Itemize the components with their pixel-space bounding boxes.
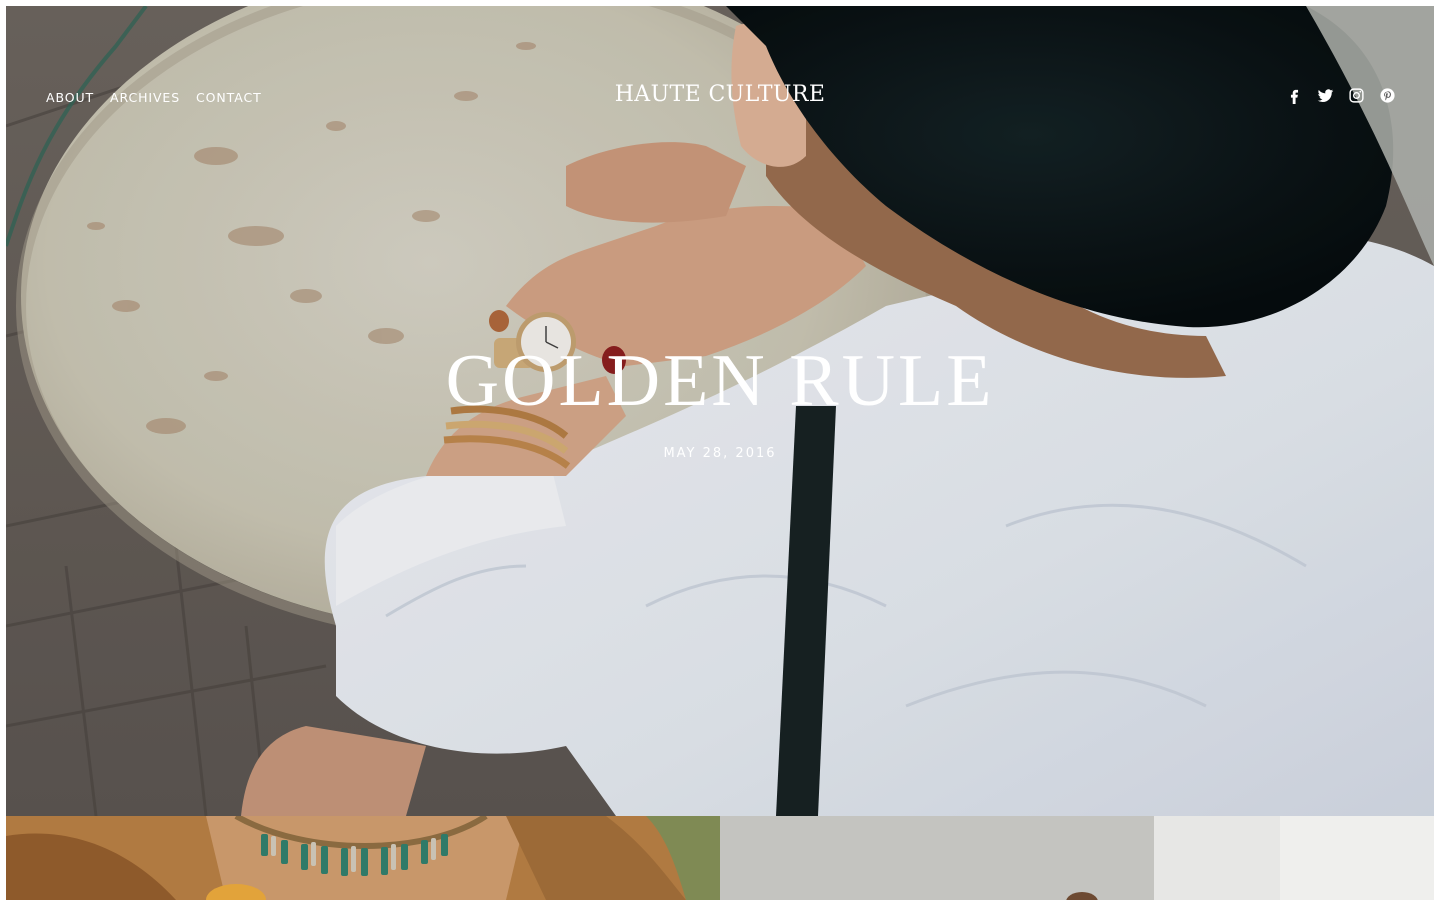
facebook-icon[interactable]: [1286, 87, 1303, 104]
post-title[interactable]: GOLDEN RULE: [6, 344, 1434, 418]
post-date: MAY 28, 2016: [663, 446, 777, 461]
site-logo[interactable]: HAUTE CULTURE: [6, 82, 1434, 107]
pinterest-icon[interactable]: [1379, 87, 1396, 104]
portrait-photo: [720, 816, 1434, 900]
post-tile-necklace[interactable]: [6, 816, 720, 900]
page-frame: ABOUT ARCHIVES CONTACT HAUTE CULTURE GOL…: [6, 6, 1434, 900]
social-links: [1286, 87, 1396, 104]
twitter-icon[interactable]: [1317, 87, 1334, 104]
instagram-icon[interactable]: [1348, 87, 1365, 104]
post-tile-portrait[interactable]: [720, 816, 1434, 900]
necklace-photo: [6, 816, 720, 900]
hero-section[interactable]: ABOUT ARCHIVES CONTACT HAUTE CULTURE GOL…: [6, 6, 1434, 816]
